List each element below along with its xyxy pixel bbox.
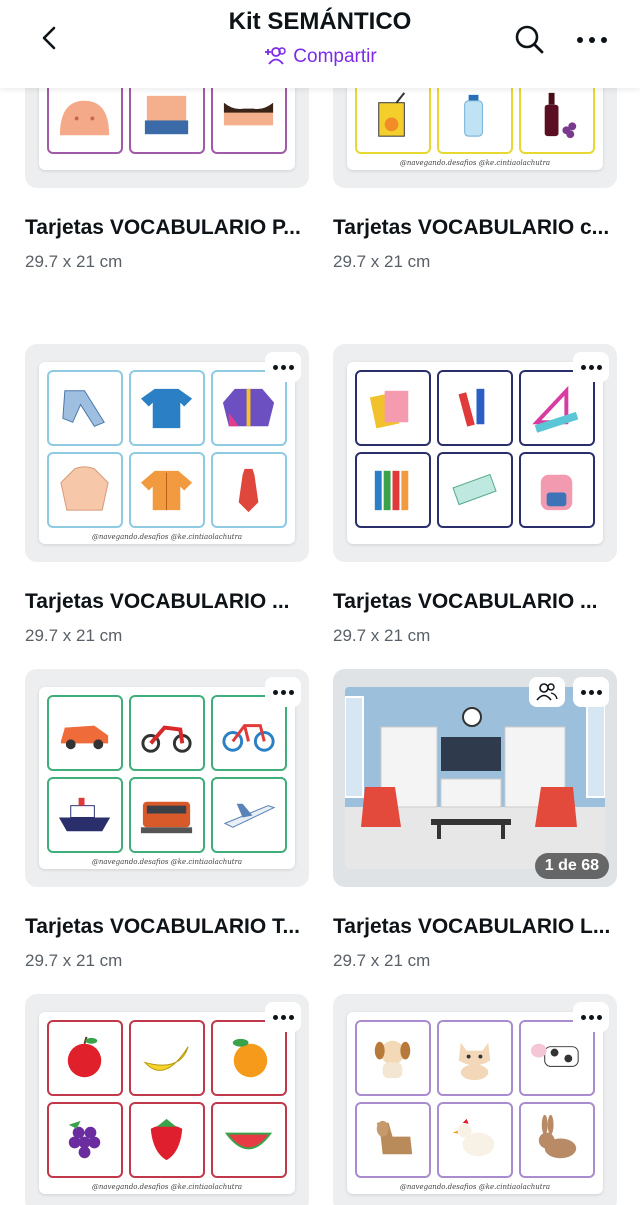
card-image-grapes <box>47 1102 123 1178</box>
card-image-cat <box>437 1020 513 1096</box>
design-title[interactable]: Tarjetas VOCABULARIO ... <box>333 590 623 614</box>
card-image-hen <box>437 1102 513 1178</box>
design-title[interactable]: Tarjetas VOCABULARIO P... <box>25 216 315 240</box>
top-app-bar: Kit SEMÁNTICO Compartir <box>0 0 640 88</box>
card-image-apple <box>47 1020 123 1096</box>
card-image-strawberry <box>129 1102 205 1178</box>
sheet-credits: @navegando.desafios @ke.cintiaolachutra <box>399 1183 551 1191</box>
add-people-icon <box>263 46 287 72</box>
design-title[interactable]: Tarjetas VOCABULARIO T... <box>25 915 315 939</box>
card-image-train <box>129 777 205 853</box>
card-image-car <box>47 695 123 771</box>
more-options-button[interactable] <box>265 677 301 707</box>
card-image-rabbit <box>519 1102 595 1178</box>
design-size: 29.7 x 21 cm <box>25 626 123 645</box>
card-image-colored-pencils <box>355 452 431 528</box>
card-image-airplane <box>211 777 287 853</box>
more-options-button[interactable] <box>265 352 301 382</box>
card-image-water-bottle <box>437 78 513 154</box>
design-title[interactable]: Tarjetas VOCABULARIO c... <box>333 216 623 240</box>
design-title[interactable]: Tarjetas VOCABULARIO L... <box>333 915 623 939</box>
sheet-credits: @navegando.desafios @ke.cintiaolachutra <box>91 858 243 866</box>
design-thumbnail[interactable]: @navegando.desafios @ke.cintiaolachutra <box>25 994 309 1205</box>
page-count-badge: 1 de 68 <box>534 853 609 879</box>
design-thumbnail[interactable] <box>333 344 617 562</box>
card-image-backpack <box>519 452 595 528</box>
card-image-shirt <box>129 452 205 528</box>
sheet-credits: @navegando.desafios @ke.cintiaolachutra <box>91 533 243 541</box>
card-image-waist <box>129 78 205 154</box>
design-size: 29.7 x 21 cm <box>333 951 431 970</box>
search-button[interactable] <box>510 20 550 60</box>
card-image-motorcycle <box>129 695 205 771</box>
card-image-crayons <box>437 370 513 446</box>
card-image-eraser <box>437 452 513 528</box>
sheet-preview: @navegando.desafios @ke.cintiaolachutra <box>347 1012 603 1194</box>
search-icon <box>515 25 544 54</box>
card-image-juice-box <box>355 78 431 154</box>
sheet-preview: @navegando.desafios @ke.cintiaolachutra <box>39 1012 295 1194</box>
sheet-credits: @navegando.desafios @ke.cintiaolachutra <box>399 159 551 167</box>
design-thumbnail[interactable]: 1 de 68 <box>333 669 617 887</box>
share-label: Compartir <box>293 46 377 67</box>
sheet-preview <box>347 362 603 544</box>
card-image-jeans <box>47 370 123 446</box>
card-image-horse <box>355 1102 431 1178</box>
card-image-neck <box>211 78 287 154</box>
design-thumbnail[interactable]: @navegando.desafios @ke.cintiaolachutra <box>333 994 617 1205</box>
shared-people-icon[interactable] <box>529 677 565 707</box>
design-thumbnail[interactable]: @navegando.desafios @ke.cintiaolachutra <box>25 669 309 887</box>
more-menu-button[interactable] <box>570 20 614 60</box>
card-image-notebooks <box>355 370 431 446</box>
more-options-button[interactable] <box>573 352 609 382</box>
design-title[interactable]: Tarjetas VOCABULARIO ... <box>25 590 315 614</box>
sheet-credits: @navegando.desafios @ke.cintiaolachutra <box>91 1183 243 1191</box>
card-image-watermelon <box>211 1102 287 1178</box>
sheet-preview: @navegando.desafios @ke.cintiaolachutra <box>39 687 295 869</box>
card-image-hoodie <box>47 452 123 528</box>
card-image-chest <box>47 78 123 154</box>
card-image-banana <box>129 1020 205 1096</box>
design-size: 29.7 x 21 cm <box>25 252 123 271</box>
more-horizontal-icon <box>577 37 607 43</box>
room-scene-preview <box>345 687 605 869</box>
sheet-preview: @navegando.desafios @ke.cintiaolachutra <box>39 362 295 544</box>
more-options-button[interactable] <box>265 1002 301 1032</box>
card-image-ship <box>47 777 123 853</box>
card-image-wine <box>519 78 595 154</box>
design-thumbnail[interactable]: @navegando.desafios @ke.cintiaolachutra <box>25 344 309 562</box>
design-size: 29.7 x 21 cm <box>25 951 123 970</box>
more-options-button[interactable] <box>573 677 609 707</box>
card-image-tie <box>211 452 287 528</box>
design-size: 29.7 x 21 cm <box>333 626 431 645</box>
more-options-button[interactable] <box>573 1002 609 1032</box>
card-image-tshirt <box>129 370 205 446</box>
design-size: 29.7 x 21 cm <box>333 252 431 271</box>
card-image-dog <box>355 1020 431 1096</box>
